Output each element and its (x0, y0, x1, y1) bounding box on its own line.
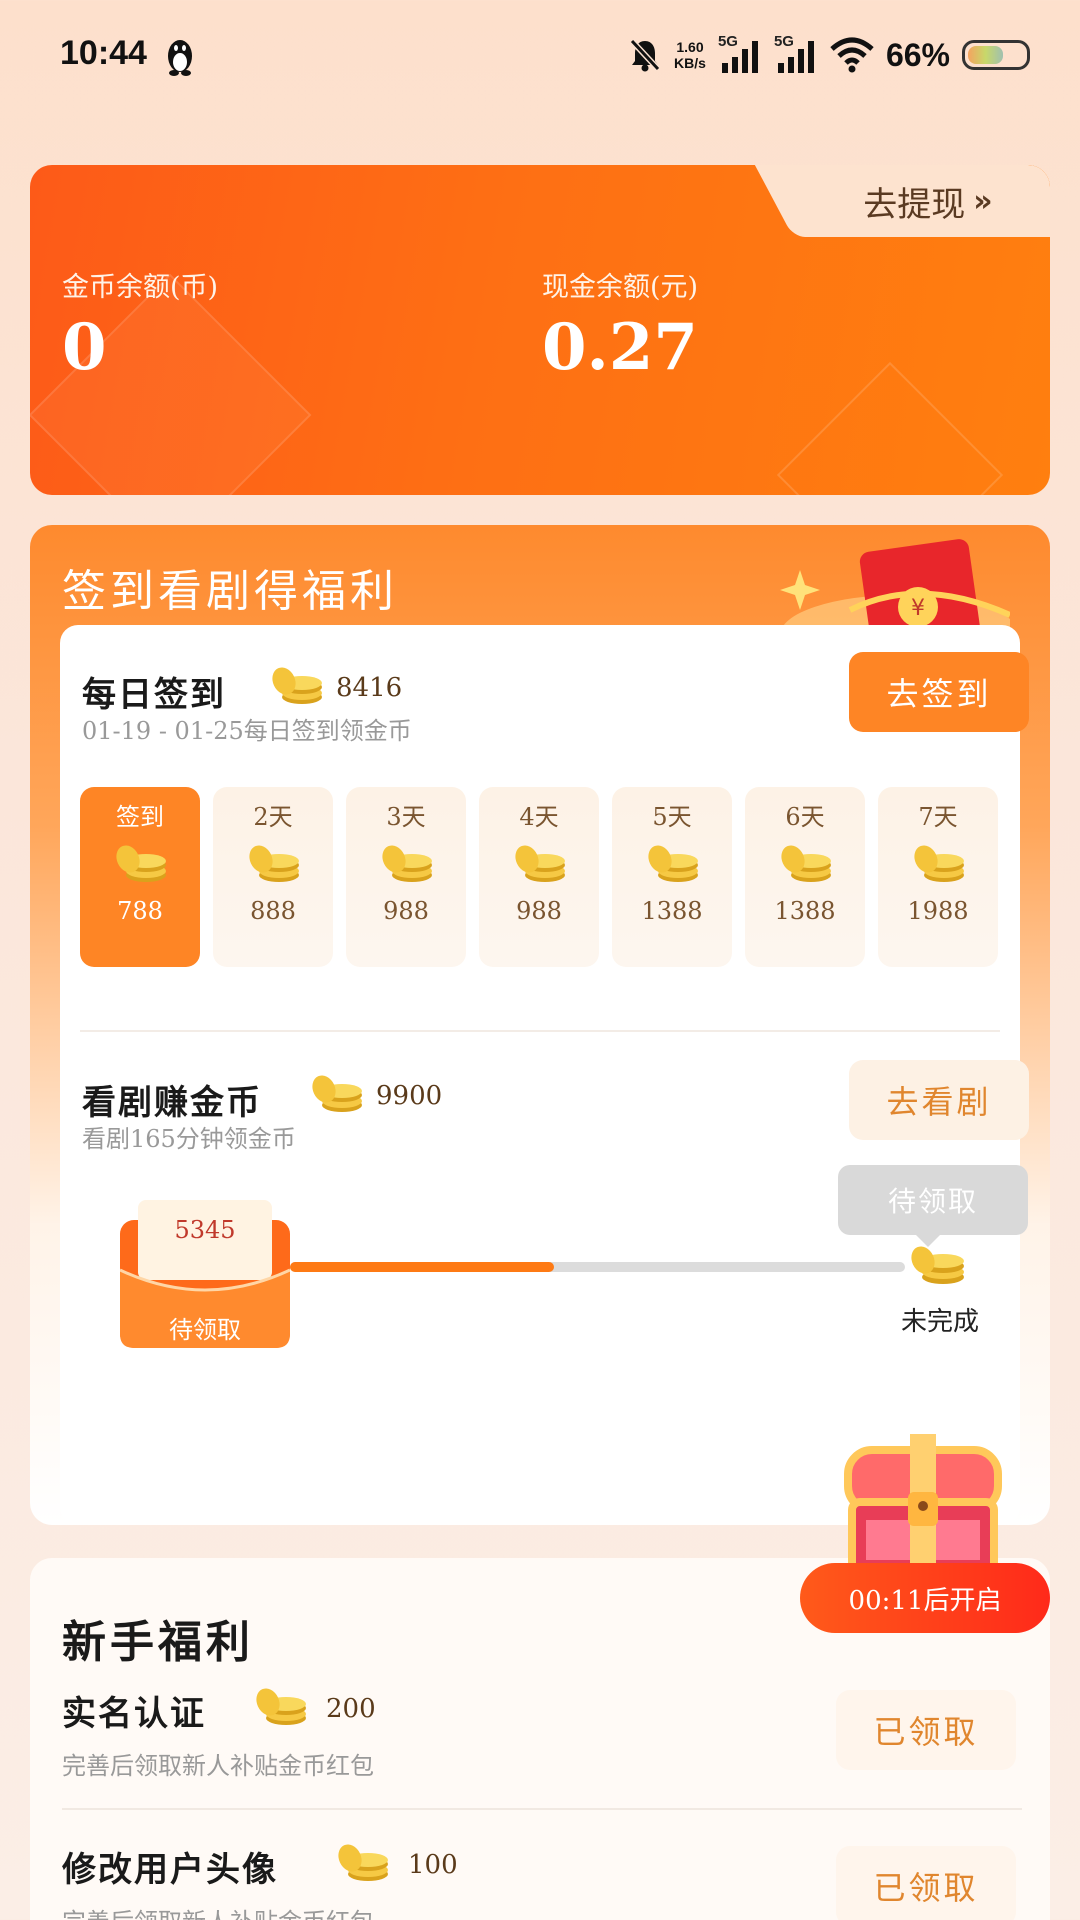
real-name-coins: 200 (326, 1694, 376, 1724)
coin-pile-icon (272, 667, 322, 704)
bell-muted-icon (629, 38, 661, 72)
cash-balance-value: 0.27 (542, 310, 698, 385)
treasure-chest-icon[interactable] (838, 1430, 1008, 1580)
coin-pile-icon (338, 1844, 388, 1881)
pending-claim-tooltip: 待领取 (838, 1165, 1028, 1247)
day-reward-value: 888 (250, 897, 296, 925)
status-bar: 10:44 1.60 KB/s 5G 5G 66% (0, 0, 1080, 110)
watch-drama-title: 看剧赚金币 (82, 1083, 262, 1123)
signin-section: 签到看剧得福利 ¥ 每日签到 8416 01-19 - 01-25每日签到领金币… (30, 525, 1050, 1525)
day-reward-value: 1988 (907, 897, 969, 925)
avatar-title: 修改用户头像 (62, 1850, 278, 1890)
cash-balance-label: 现金余额(元) (542, 272, 699, 303)
network-speed: 1.60 KB/s (674, 39, 706, 71)
network-speed-value: 1.60 (676, 39, 704, 55)
signin-day-5[interactable]: 5天 1388 (612, 787, 732, 967)
battery-level (968, 46, 1003, 64)
watch-progress-fill (290, 1262, 555, 1272)
withdraw-button[interactable]: 去提现 » (800, 165, 1050, 237)
day-label: 5天 (652, 803, 692, 831)
withdraw-label: 去提现 (863, 184, 966, 225)
coin-pile-icon (312, 1075, 362, 1112)
go-watch-button[interactable]: 去看剧 (849, 1060, 1029, 1140)
day-reward-value: 788 (117, 897, 163, 925)
coin-pile-icon (511, 843, 567, 885)
divider (62, 1808, 1022, 1810)
wifi-icon (830, 37, 874, 73)
envelope-status: 待领取 (169, 1316, 241, 1344)
watch-drama-coins: 9900 (376, 1081, 443, 1111)
signal-5g-icon: 5G (718, 33, 762, 75)
signin-days: 签到 788 2天 888 3天 988 4天 988 5天 1388 6天 1388 7天 1988 (80, 787, 1000, 967)
coin-pile-icon (112, 843, 168, 885)
chest-timer[interactable]: 00:11后开启 (800, 1563, 1050, 1633)
watch-progress-track (290, 1262, 905, 1272)
avatar-claimed-button[interactable]: 已领取 (836, 1846, 1016, 1920)
status-icons: 1.60 KB/s 5G 5G 66% (628, 30, 1030, 80)
decoration (776, 361, 1004, 495)
watch-end-status: 未完成 (900, 1307, 979, 1337)
day-reward-value: 1388 (774, 897, 836, 925)
day-label: 3天 (386, 803, 426, 831)
real-name-subtitle: 完善后领取新人补贴金币红包 (62, 1752, 374, 1780)
real-name-title: 实名认证 (62, 1694, 206, 1734)
day-label: 2天 (253, 803, 293, 831)
coin-pile-icon (378, 843, 434, 885)
signin-day-7[interactable]: 7天 1988 (878, 787, 998, 967)
day-label: 签到 (116, 803, 164, 831)
network-speed-unit: KB/s (674, 55, 706, 71)
status-time: 10:44 (60, 34, 147, 72)
double-chevron-right-icon: » (973, 183, 993, 219)
signin-section-title: 签到看剧得福利 (62, 566, 398, 617)
go-signin-button[interactable]: 去签到 (849, 652, 1029, 732)
day-label: 4天 (519, 803, 559, 831)
signal-5g-icon: 5G (774, 33, 818, 75)
signin-day-2[interactable]: 2天 888 (213, 787, 333, 967)
battery-percent: 66% (885, 36, 950, 73)
real-name-claimed-button[interactable]: 已领取 (836, 1690, 1016, 1770)
coin-pile-icon (910, 843, 966, 885)
day-reward-value: 988 (383, 897, 429, 925)
battery-icon (962, 40, 1030, 70)
signin-day-6[interactable]: 6天 1388 (745, 787, 865, 967)
watch-drama-subtitle: 看剧165分钟领金币 (82, 1125, 296, 1153)
signin-day-4[interactable]: 4天 988 (479, 787, 599, 967)
envelope-amount: 5345 (174, 1216, 236, 1244)
day-reward-value: 1388 (641, 897, 703, 925)
coin-pile-icon (777, 843, 833, 885)
signin-day-3[interactable]: 3天 988 (346, 787, 466, 967)
red-envelope-reward[interactable]: 5345 待领取 (120, 1200, 290, 1350)
svg-text:¥: ¥ (911, 596, 925, 621)
coin-pile-icon (245, 843, 301, 885)
day-label: 7天 (918, 803, 958, 831)
daily-signin-title: 每日签到 (82, 675, 226, 715)
signin-card: 每日签到 8416 01-19 - 01-25每日签到领金币 去签到 签到 788… (60, 625, 1029, 1525)
avatar-coins: 100 (408, 1850, 458, 1880)
signin-day-1[interactable]: 签到 788 (80, 787, 200, 967)
balance-card: 去提现 » 金币余额(币) 0 现金余额(元) 0.27 (30, 165, 1050, 495)
coin-balance-label: 金币余额(币) (62, 272, 219, 303)
coin-pile-icon (911, 1246, 964, 1284)
day-reward-value: 988 (516, 897, 562, 925)
qq-penguin-icon (168, 40, 192, 76)
coin-balance-value: 0 (62, 310, 107, 385)
day-label: 6天 (785, 803, 825, 831)
coin-pile-icon (256, 1688, 306, 1725)
divider (80, 1030, 1000, 1032)
daily-signin-subtitle: 01-19 - 01-25每日签到领金币 (82, 717, 412, 745)
coin-pile-icon (644, 843, 700, 885)
daily-signin-coins: 8416 (336, 673, 403, 703)
avatar-subtitle: 完善后领取新人补贴金币红包 (62, 1902, 374, 1920)
newbie-section-title: 新手福利 (62, 1617, 254, 1668)
